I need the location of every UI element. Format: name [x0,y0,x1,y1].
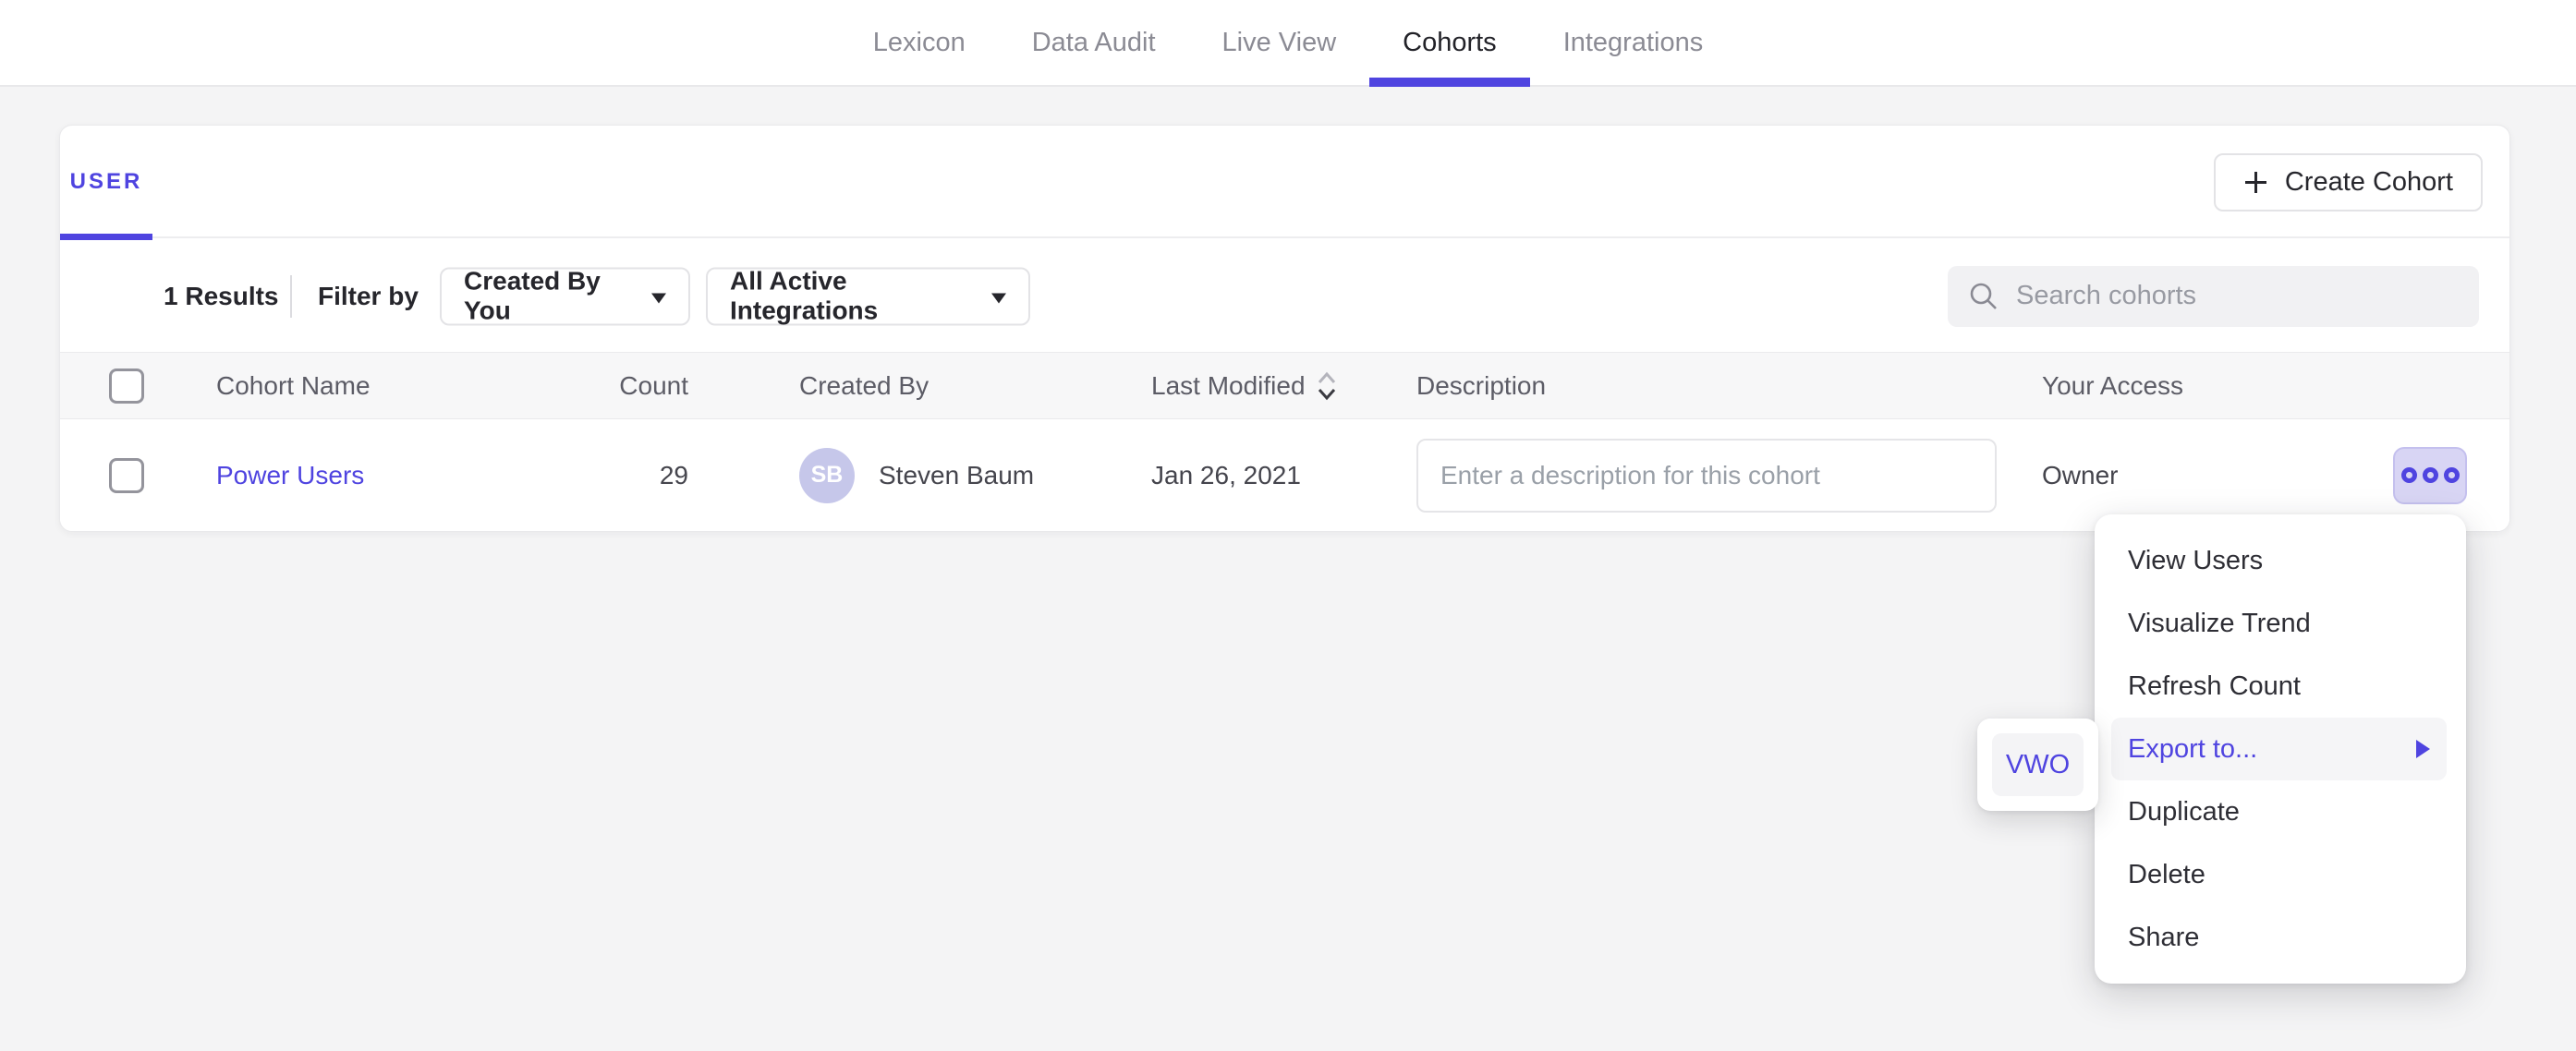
nav-tab-integrations[interactable]: Integrations [1530,0,1737,85]
submenu-arrow-icon [2416,740,2430,758]
nav-tab-data-audit[interactable]: Data Audit [999,0,1189,85]
header-last-modified[interactable]: Last Modified [1151,369,1337,403]
nav-tab-live-view[interactable]: Live View [1189,0,1370,85]
export-submenu: VWO [1977,719,2098,811]
header-created-by: Created By [799,371,929,401]
menu-item-refresh-count[interactable]: Refresh Count [2095,655,2466,718]
row-checkbox[interactable] [109,458,144,493]
header-your-access: Your Access [2042,371,2183,401]
header-cohort-name: Cohort Name [216,371,371,401]
created-by-dropdown[interactable]: Created By You [440,267,690,325]
more-icon [2401,467,2417,483]
avatar: SB [799,448,855,503]
nav-tab-lexicon[interactable]: Lexicon [840,0,999,85]
tab-user-label: USER [70,169,143,195]
cohort-count: 29 [541,461,688,490]
access-cell: Owner [2042,461,2118,490]
nav-tab-cohorts[interactable]: Cohorts [1369,0,1530,85]
submenu-item-vwo[interactable]: VWO [1992,733,2084,796]
menu-item-export-to[interactable]: Export to... [2111,718,2447,780]
panel-tab-bar: USER Create Cohort [60,126,2509,238]
select-all-checkbox[interactable] [109,368,144,404]
vertical-divider [290,275,292,318]
header-last-modified-label: Last Modified [1151,371,1306,401]
search-icon [1968,281,1999,312]
results-count: 1 Results [164,282,279,311]
creator-name: Steven Baum [879,461,1034,490]
search-cohorts-box [1948,266,2479,327]
create-cohort-label: Create Cohort [2285,167,2453,198]
header-count: Count [541,371,688,401]
integrations-dropdown-value: All Active Integrations [730,267,977,326]
integrations-dropdown[interactable]: All Active Integrations [706,267,1030,325]
create-cohort-button[interactable]: Create Cohort [2214,153,2483,211]
filter-by-label: Filter by [318,282,419,311]
header-description: Description [1416,371,1546,401]
caret-down-icon [991,293,1006,303]
created-by-dropdown-value: Created By You [464,267,637,326]
row-actions-menu: View Users Visualize Trend Refresh Count… [2095,514,2466,984]
sort-icon[interactable] [1317,369,1337,403]
description-input[interactable] [1416,439,1997,513]
menu-item-delete[interactable]: Delete [2095,843,2466,906]
search-cohorts-input[interactable] [2016,281,2459,311]
menu-item-share[interactable]: Share [2095,906,2466,969]
menu-item-visualize-trend[interactable]: Visualize Trend [2095,592,2466,655]
cohorts-panel: USER Create Cohort 1 Results Filter by C… [59,125,2510,532]
plus-icon [2243,170,2268,195]
cohort-name-link[interactable]: Power Users [216,461,364,490]
menu-item-export-to-label: Export to... [2128,734,2257,765]
last-modified-cell: Jan 26, 2021 [1151,461,1301,490]
menu-item-view-users[interactable]: View Users [2095,529,2466,592]
more-icon [2444,467,2460,483]
avatar-initials: SB [811,462,844,489]
top-navigation: Lexicon Data Audit Live View Cohorts Int… [0,0,2576,87]
row-more-actions-button[interactable] [2393,447,2467,504]
menu-item-duplicate[interactable]: Duplicate [2095,780,2466,843]
filter-row: 1 Results Filter by Created By You All A… [60,240,2509,352]
tab-user[interactable]: USER [60,126,152,238]
creator-cell: SB Steven Baum [799,448,1034,503]
more-icon [2423,467,2438,483]
table-header-row: Cohort Name Count Created By Last Modifi… [60,352,2509,419]
caret-down-icon [651,293,666,303]
